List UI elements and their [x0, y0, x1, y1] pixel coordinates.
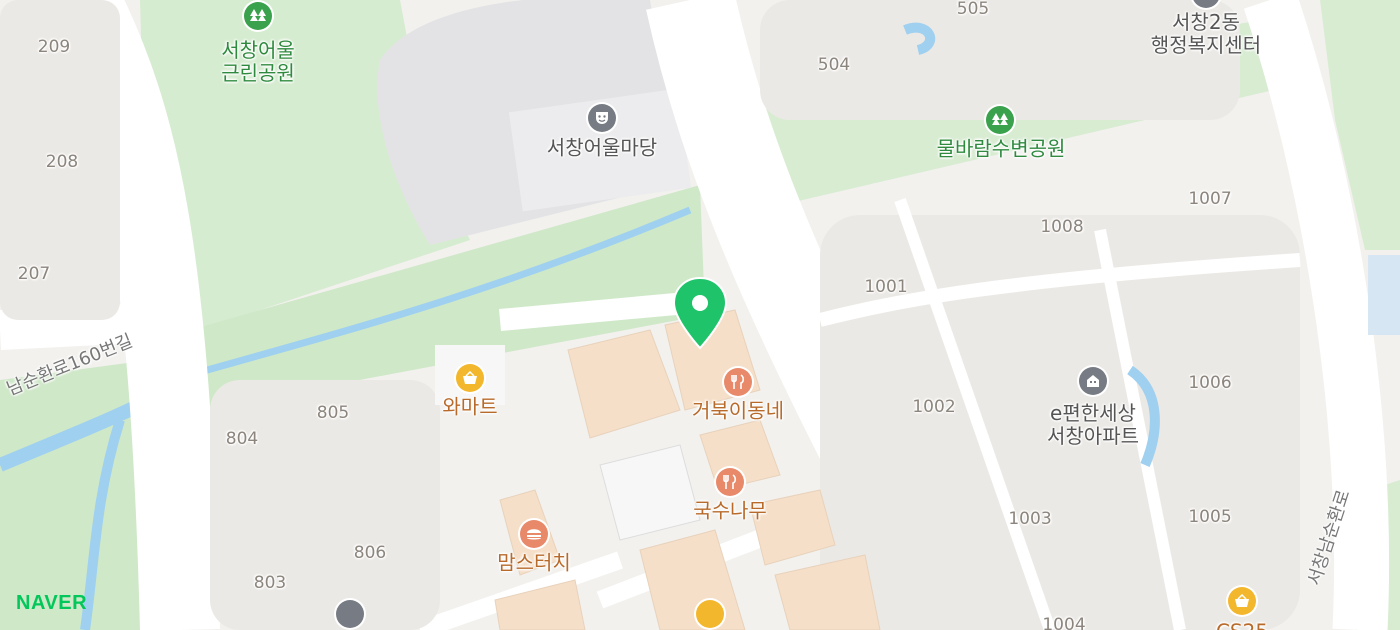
poi-label[interactable]: 와마트 [442, 395, 497, 419]
poi-label[interactable]: 국수나무 [693, 499, 767, 523]
burger-icon [520, 520, 548, 548]
poi-label[interactable]: e편한세상 서창아파트 [1047, 402, 1139, 448]
building-number-label: 1008 [1040, 217, 1084, 238]
poi-label[interactable]: 맘스터치 [497, 551, 571, 575]
building-number-label: 806 [353, 543, 387, 564]
restaurant-icon [724, 368, 752, 396]
building-number-label: 505 [956, 0, 990, 20]
building-number-label: 1003 [1008, 509, 1052, 530]
poi-label[interactable]: 서창어울마당 [547, 136, 657, 160]
building-number-label: 1004 [1042, 615, 1086, 630]
park-label[interactable]: 물바람수변공원 [937, 137, 1066, 161]
building-number-label: 805 [316, 403, 350, 424]
building-number-label: 803 [253, 573, 287, 594]
shopping-bag-icon [696, 600, 724, 628]
building-number-label: 1005 [1188, 507, 1232, 528]
road [0, 300, 201, 350]
park-label[interactable]: 서창어울 근린공원 [221, 39, 295, 85]
building-number-label: 208 [45, 152, 79, 173]
building-number-label: 1007 [1188, 189, 1232, 210]
building-number-label: 1001 [864, 277, 908, 298]
shopping-basket-icon [456, 364, 484, 392]
poi-label[interactable]: 서창2동 행정복지센터 [1151, 11, 1261, 57]
building-number-label: 207 [17, 264, 51, 285]
poi-label[interactable]: 거북이동네 [692, 399, 784, 423]
park-area [0, 360, 150, 630]
apartment-icon [1079, 367, 1107, 395]
building-number-label: 1006 [1188, 373, 1232, 394]
building-number-label: 1002 [912, 397, 956, 418]
naver-logo: NAVER [16, 592, 88, 614]
tree-icon [244, 2, 272, 30]
building-number-label: 209 [37, 37, 71, 58]
building-number-label: 804 [225, 429, 259, 450]
location-pin-icon[interactable] [672, 276, 728, 352]
apartment-icon [336, 600, 364, 628]
theater-mask-icon [588, 104, 616, 132]
restaurant-icon [716, 468, 744, 496]
map-view[interactable]: 209 208 207 505 504 1007 1008 1001 1002 … [0, 0, 1400, 630]
tree-icon [986, 106, 1014, 134]
shopping-basket-icon [1228, 587, 1256, 615]
building-number-label: 504 [817, 55, 851, 76]
poi-label[interactable]: CS25 [1216, 620, 1268, 630]
